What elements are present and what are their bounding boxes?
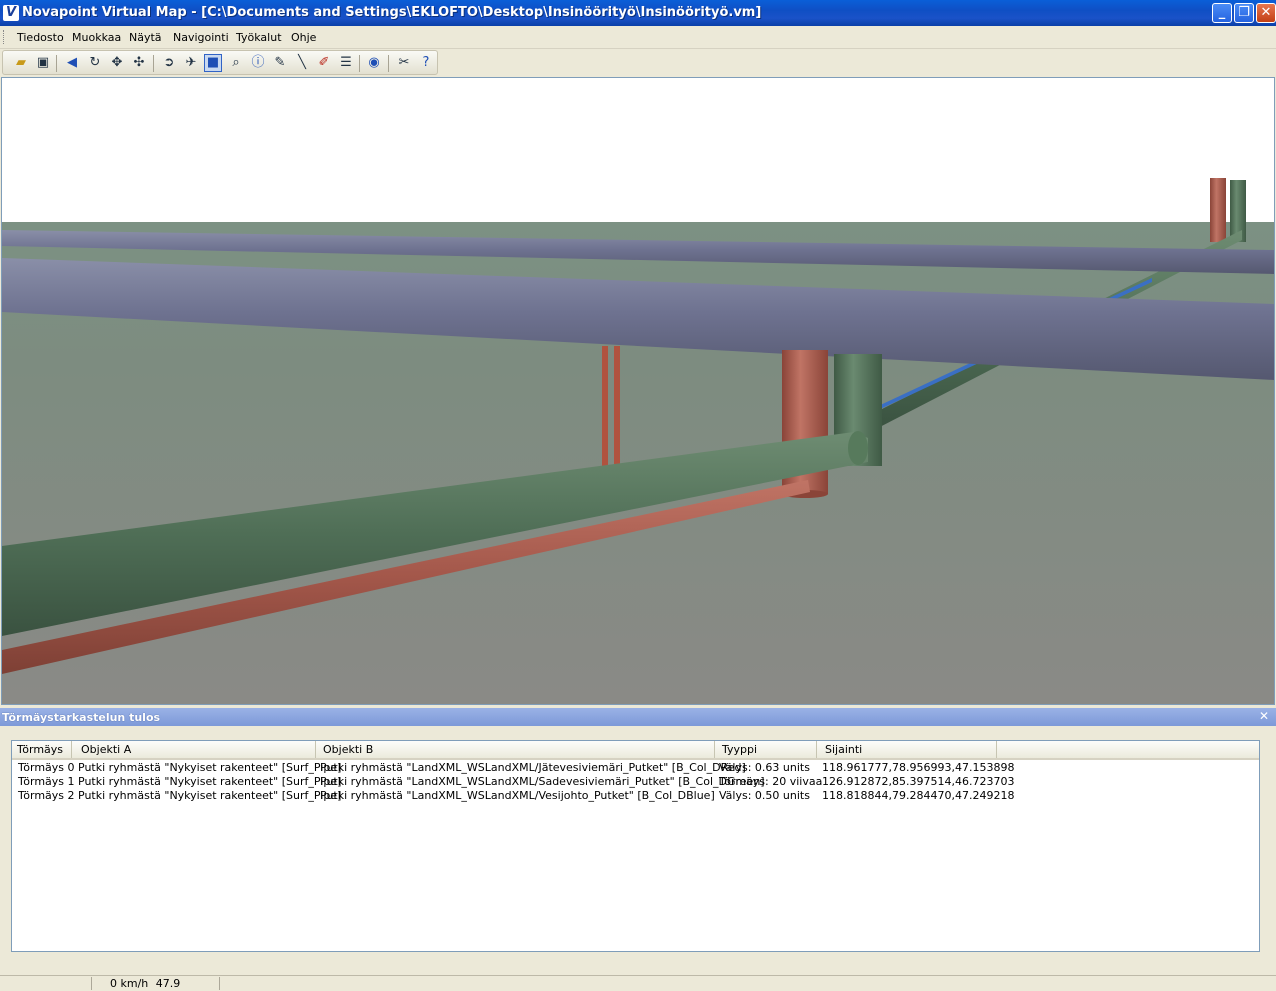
column-header-sijainti[interactable]: Sijainti xyxy=(820,741,997,758)
panel-title: Törmäystarkastelun tulos xyxy=(2,711,161,724)
cell-objekti-b: Putki ryhmästä "LandXML_WSLandXML/Vesijo… xyxy=(320,789,715,802)
pan-icon[interactable]: ✥ xyxy=(108,54,126,72)
line-icon[interactable]: ╲ xyxy=(293,54,311,72)
save-image-icon[interactable]: ▣ xyxy=(34,54,52,72)
column-header-objekti-b[interactable]: Objekti B xyxy=(318,741,715,758)
fly-icon[interactable]: ✈ xyxy=(182,54,200,72)
status-speed: 0 km/h 47.9 xyxy=(92,977,220,990)
menu-nayta[interactable]: Näytä xyxy=(129,31,162,44)
results-list[interactable]: Törmäys Objekti A Objekti B Tyyppi Sijai… xyxy=(11,740,1260,952)
menubar-grip[interactable] xyxy=(3,30,6,44)
back-icon[interactable]: ◀ xyxy=(63,54,81,72)
results-header: Törmäys Objekti A Objekti B Tyyppi Sijai… xyxy=(12,741,1259,760)
3d-viewport[interactable] xyxy=(1,77,1275,705)
menu-tiedosto[interactable]: Tiedosto xyxy=(17,31,64,44)
cell-sijainti: 118.961777,78.956993,47.153898 xyxy=(822,761,1015,774)
column-header-tyyppi[interactable]: Tyyppi xyxy=(717,741,817,758)
window-title: Novapoint Virtual Map - [C:\Documents an… xyxy=(22,5,762,20)
toolbar: ▰ ▣ ◀ ↻ ✥ ✣ ➲ ✈ ■ ⌕ ⓘ ✎ ╲ ✐ ☰ ◉ ✂ ? xyxy=(0,49,1276,76)
layers-icon[interactable]: ☰ xyxy=(337,54,355,72)
menu-bar: Tiedosto Muokkaa Näytä Navigointi Työkal… xyxy=(0,26,1276,49)
table-row[interactable]: Törmäys 2 Putki ryhmästä "Nykyiset raken… xyxy=(12,789,1259,803)
measure-icon[interactable]: ✎ xyxy=(271,54,289,72)
help-icon[interactable]: ? xyxy=(417,54,435,72)
walk-icon[interactable]: ➲ xyxy=(160,54,178,72)
table-row[interactable]: Törmäys 0 Putki ryhmästä "Nykyiset raken… xyxy=(12,761,1259,775)
cell-objekti-b: Putki ryhmästä "LandXML_WSLandXML/Jäteve… xyxy=(320,761,746,774)
minimize-button[interactable]: _ xyxy=(1212,3,1232,23)
zoom-icon[interactable]: ⌕ xyxy=(227,54,245,72)
pen-icon[interactable]: ✐ xyxy=(315,54,333,72)
collision-results-panel: Törmäystarkastelun tulos ✕ Törmäys Objek… xyxy=(0,708,1276,970)
title-bar: V Novapoint Virtual Map - [C:\Documents … xyxy=(0,0,1276,26)
cell-tyyppi: Välys: 0.63 units xyxy=(719,761,810,774)
tools-icon[interactable]: ✂ xyxy=(395,54,413,72)
collision-icon[interactable]: ◉ xyxy=(365,54,383,72)
cell-sijainti: 126.912872,85.397514,46.723703 xyxy=(822,775,1015,788)
close-icon[interactable]: ✕ xyxy=(1258,710,1270,723)
menu-muokkaa[interactable]: Muokkaa xyxy=(72,31,121,44)
status-bar: 0 km/h 47.9 xyxy=(0,975,1276,991)
cell-objekti-a: Putki ryhmästä "Nykyiset rakenteet" [Sur… xyxy=(78,775,342,788)
cell-objekti-b: Putki ryhmästä "LandXML_WSLandXML/Sadeve… xyxy=(320,775,765,788)
cell-tormays: Törmäys 2 xyxy=(18,789,75,802)
cell-tormays: Törmäys 1 xyxy=(18,775,75,788)
table-row[interactable]: Törmäys 1 Putki ryhmästä "Nykyiset raken… xyxy=(12,775,1259,789)
column-header-objekti-a[interactable]: Objekti A xyxy=(76,741,316,758)
status-height-value: 47.9 xyxy=(155,977,181,990)
cell-tyyppi: Törmäys: 20 viivaa xyxy=(719,775,823,788)
scene-render xyxy=(2,78,1274,704)
cell-sijainti: 118.818844,79.284470,47.249218 xyxy=(822,789,1015,802)
restore-button[interactable]: ❐ xyxy=(1234,3,1254,23)
view-mode-icon[interactable]: ■ xyxy=(204,54,222,72)
menu-navigointi[interactable]: Navigointi xyxy=(173,31,229,44)
cell-objekti-a: Putki ryhmästä "Nykyiset rakenteet" [Sur… xyxy=(78,761,342,774)
open-icon[interactable]: ▰ xyxy=(12,54,30,72)
cell-tyyppi: Välys: 0.50 units xyxy=(719,789,810,802)
cell-objekti-a: Putki ryhmästä "Nykyiset rakenteet" [Sur… xyxy=(78,789,342,802)
info-icon[interactable]: ⓘ xyxy=(249,54,267,72)
status-pane-empty xyxy=(0,977,92,990)
move-icon[interactable]: ✣ xyxy=(130,54,148,72)
panel-header: Törmäystarkastelun tulos ✕ xyxy=(0,708,1276,726)
close-button[interactable]: ✕ xyxy=(1256,3,1276,23)
rotate-icon[interactable]: ↻ xyxy=(86,54,104,72)
status-speed-value: 0 km/h xyxy=(110,977,149,990)
menu-ohje[interactable]: Ohje xyxy=(291,31,316,44)
menu-tyokalut[interactable]: Työkalut xyxy=(236,31,282,44)
app-logo-icon: V xyxy=(3,5,19,21)
column-header-tormays[interactable]: Törmäys xyxy=(12,741,72,758)
cell-tormays: Törmäys 0 xyxy=(18,761,75,774)
